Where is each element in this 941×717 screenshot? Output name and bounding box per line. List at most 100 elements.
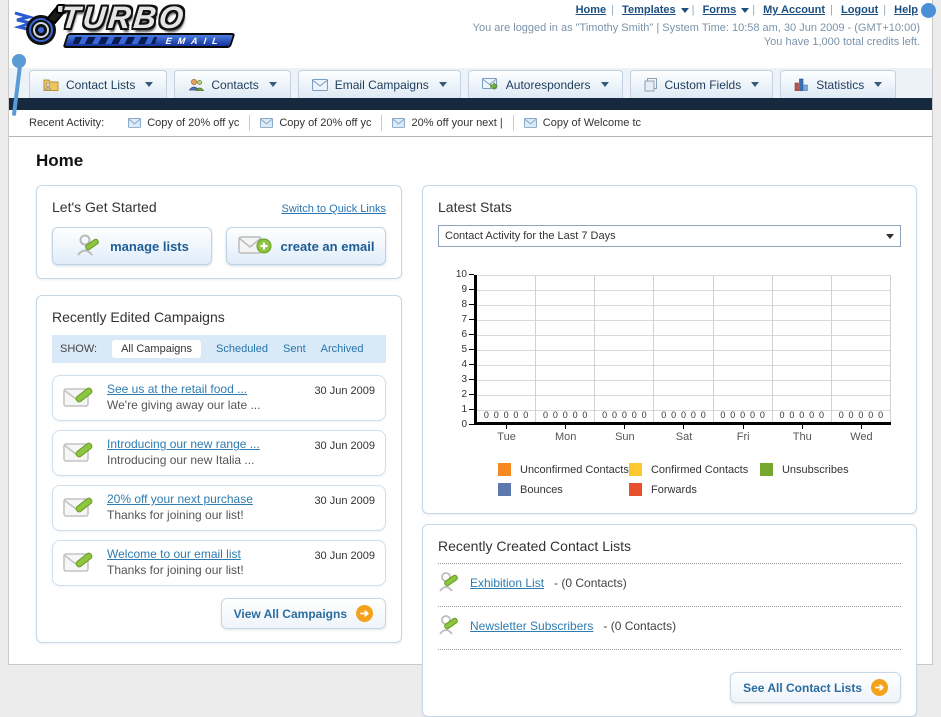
header-right: Home | Templates | Forms | My Account | Logo… [473, 4, 920, 48]
logo-subtitle: EMAIL [164, 35, 226, 46]
data-value-label: 0 [848, 410, 854, 420]
dotted-divider [438, 649, 901, 650]
contact-lists-title: Recently Created Contact Lists [438, 538, 631, 554]
legend-label: Confirmed Contacts [650, 463, 749, 476]
legend-item: Unsubscribes [759, 463, 891, 476]
person-pencil-icon [439, 572, 458, 592]
envelope-pencil-icon [63, 442, 93, 462]
data-value-label: 0 [493, 410, 499, 420]
activity-item-label: 20% off your next | [411, 117, 503, 129]
activity-item-label: Copy of 20% off yc [147, 117, 240, 129]
create-an-email-button[interactable]: create an email [226, 227, 386, 265]
nav-link-logout[interactable]: Logout [841, 4, 878, 16]
nav-link-help[interactable]: Help [894, 4, 918, 16]
legend-item: Confirmed Contacts [628, 463, 760, 476]
tab-contact-lists[interactable]: Contact Lists [29, 70, 168, 98]
filter-sent[interactable]: Sent [283, 343, 306, 355]
nav-link-forms[interactable]: Forms [703, 4, 737, 16]
data-value-label: 0 [621, 410, 627, 420]
data-value-label: 0 [523, 410, 529, 420]
view-all-campaigns-button[interactable]: View All Campaigns ➔ [220, 598, 386, 629]
see-all-contact-lists-button[interactable]: See All Contact Lists ➔ [730, 672, 901, 703]
campaign-title-link[interactable]: Welcome to our email list [107, 547, 304, 561]
tab-label: Autoresponders [505, 77, 591, 92]
x-axis-label: Mon [536, 425, 595, 443]
contact-activity-chart: 0 1 2 3 4 5 6 7 8 9 10 000000000000000000000000000… [450, 269, 891, 496]
recent-activity-item[interactable]: Copy of 20% off yc [250, 115, 383, 131]
legend-swatch [498, 483, 511, 496]
chart-day-group: 00000 [714, 275, 773, 422]
x-axis-label: Thu [773, 425, 832, 443]
logo-email-bar: EMAIL [62, 33, 236, 48]
envelope-icon [523, 118, 537, 128]
campaign-subtitle: Thanks for joining our list! [107, 563, 244, 577]
campaign-list-item[interactable]: Introducing our new range ... Introducin… [52, 430, 386, 476]
campaign-list-item[interactable]: Welcome to our email list Thanks for joi… [52, 540, 386, 586]
nav-link-my-account[interactable]: My Account [763, 4, 825, 16]
data-value-label: 0 [868, 410, 874, 420]
data-value-label: 0 [809, 410, 815, 420]
top-nav-links: Home | Templates | Forms | My Account | Logo… [473, 4, 920, 16]
activity-item-label: Copy of Welcome tc [542, 117, 642, 129]
nav-link-home[interactable]: Home [576, 4, 607, 16]
manage-lists-button[interactable]: manage lists [52, 227, 212, 265]
get-started-title: Let's Get Started [52, 199, 157, 215]
tab-contacts[interactable]: Contacts [174, 70, 291, 98]
nav-link-templates[interactable]: Templates [622, 4, 676, 16]
y-tick-label: 6 [461, 329, 474, 340]
folder-contacts-icon [43, 79, 59, 91]
legend-swatch [628, 463, 642, 476]
envelope-pencil-icon [63, 497, 93, 517]
contact-list-item[interactable]: Exhibition List - (0 Contacts) [438, 564, 901, 597]
tab-label: Custom Fields [664, 77, 742, 92]
logo-hatch-stripes [72, 37, 158, 44]
separator: | [691, 4, 695, 16]
arrow-right-icon: ➔ [871, 679, 888, 696]
tab-email-campaigns[interactable]: Email Campaigns [297, 70, 461, 98]
campaign-title-link[interactable]: Introducing our new range ... [107, 437, 304, 451]
chart-legend: Unconfirmed Contacts Confirmed Contacts Un… [498, 463, 891, 496]
data-value-label: 0 [611, 410, 617, 420]
chevron-down-icon [680, 7, 689, 13]
recent-activity-item[interactable]: Copy of Welcome tc [514, 115, 651, 131]
person-pencil-icon [77, 234, 99, 256]
campaign-subtitle: We're giving away our late ... [107, 398, 261, 412]
campaign-list-item[interactable]: 20% off your next purchase Thanks for jo… [52, 485, 386, 531]
legend-label: Bounces [520, 483, 563, 496]
header: TURBO EMAIL Home | Templates | Forms | My A… [9, 0, 936, 68]
y-tick-label: 10 [456, 269, 474, 280]
envelope-arrow-icon [481, 78, 498, 91]
switch-to-quick-links[interactable]: Switch to Quick Links [281, 203, 386, 215]
campaign-list-item[interactable]: See us at the retail food ... We're givi… [52, 375, 386, 421]
legend-swatch [628, 483, 642, 496]
chart-day-group: 00000 [536, 275, 596, 422]
filter-archived[interactable]: Archived [321, 343, 364, 355]
y-tick-label: 7 [461, 314, 474, 325]
stats-select-wrap: Contact Activity for the Last 7 Days [438, 225, 901, 247]
filter-scheduled[interactable]: Scheduled [216, 343, 268, 355]
tab-custom-fields[interactable]: Custom Fields [629, 70, 774, 98]
separator: | [611, 4, 614, 16]
page-title: Home [36, 151, 84, 170]
recent-activity-item[interactable]: Copy of 20% off yc [118, 115, 251, 131]
campaign-subtitle: Thanks for joining our list! [107, 508, 244, 522]
contact-list-link[interactable]: Newsletter Subscribers [470, 619, 593, 633]
campaign-title-link[interactable]: See us at the retail food ... [107, 382, 304, 396]
tab-statistics[interactable]: Statistics [780, 70, 897, 98]
campaigns-filterbar: SHOW: All Campaigns Scheduled Sent Archi… [52, 335, 386, 363]
stats-period-select[interactable]: Contact Activity for the Last 7 Days [438, 225, 901, 247]
contact-list-link[interactable]: Exhibition List [470, 576, 544, 590]
campaign-title-link[interactable]: 20% off your next purchase [107, 492, 304, 506]
contact-list-count: - (0 Contacts) [554, 576, 627, 590]
contact-list-count: - (0 Contacts) [603, 619, 677, 633]
button-label: create an email [280, 238, 375, 254]
tab-autoresponders[interactable]: Autoresponders [467, 70, 623, 98]
contact-list-item[interactable]: Newsletter Subscribers - (0 Contacts) [438, 607, 901, 640]
filter-all-campaigns[interactable]: All Campaigns [112, 340, 201, 358]
data-value-label: 0 [680, 410, 686, 420]
recent-activity-item[interactable]: 20% off your next | [382, 115, 514, 131]
legend-label: Forwards [650, 483, 697, 496]
tab-label: Contact Lists [66, 77, 136, 92]
data-value-label: 0 [552, 410, 558, 420]
chevron-down-icon [751, 82, 760, 87]
